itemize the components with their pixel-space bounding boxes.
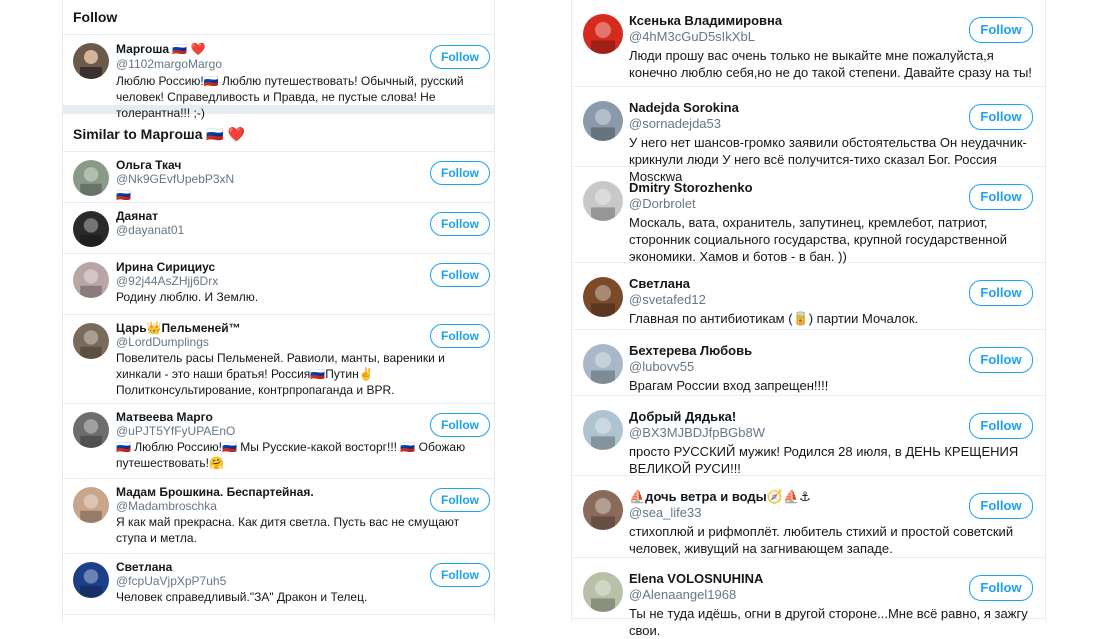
user-row[interactable]: Добрый Дядька! @BX3MJBDJfpBGb8W просто РУС… [571, 396, 1045, 476]
user-row[interactable]: Матвеева Марго @uPJT5YfFyUPAEnO 🇷🇺 Люблю Р… [62, 404, 494, 479]
avatar[interactable] [583, 101, 623, 141]
avatar[interactable] [73, 43, 109, 79]
user-handle[interactable]: @4hM3cGuD5sIkXbL [629, 29, 755, 44]
follow-button[interactable]: Follow [430, 212, 490, 236]
user-name[interactable]: Nadejda Sorokina [629, 100, 739, 115]
avatar[interactable] [73, 211, 109, 247]
user-handle[interactable]: @Alenaangel1968 [629, 587, 736, 602]
similar-users-list: Ольга Ткач @Nk9GEvfUpebP3xN 🇷🇺 Follow Даянат… [62, 152, 494, 615]
user-bio: Ты не туда идёшь, огни в другой стороне.… [629, 606, 1028, 638]
follow-button[interactable]: Follow [969, 17, 1033, 43]
avatar[interactable] [73, 412, 109, 448]
user-name[interactable]: Даянат [116, 209, 158, 223]
follow-button[interactable]: Follow [430, 488, 490, 512]
who-to-follow-list: Ксенька Владимировна @4hM3cGuD5sIkXbL Люди… [571, 0, 1045, 638]
user-handle[interactable]: @Madambroschka [116, 499, 217, 513]
user-bio: Москаль, вата, охранитель, запутинец, кр… [629, 215, 1007, 264]
user-handle[interactable]: @sea_life33 [629, 505, 701, 520]
follow-button[interactable]: Follow [430, 324, 490, 348]
avatar[interactable] [583, 572, 623, 612]
user-row[interactable]: Даянат @dayanat01 Follow [62, 203, 494, 254]
user-handle[interactable]: @Nk9GEvfUpebP3xN [116, 172, 234, 186]
follow-button[interactable]: Follow [969, 104, 1033, 130]
user-name[interactable]: Светлана [116, 560, 172, 574]
user-name[interactable]: Elena VOLOSNUHINA [629, 571, 763, 586]
user-row[interactable]: Dmitry Storozhenko @Dorbrolet Москаль, ват… [571, 167, 1045, 264]
avatar[interactable] [73, 487, 109, 523]
user-name[interactable]: Светлана [629, 276, 690, 291]
user-bio: 🇷🇺 Люблю Россию!🇷🇺 Мы Русские-какой вост… [116, 440, 466, 470]
user-name[interactable]: Матвеева Марго [116, 410, 213, 424]
avatar[interactable] [583, 344, 623, 384]
user-name[interactable]: ⛵дочь ветра и воды🧭⛵⚓ [629, 489, 811, 505]
user-row[interactable]: Ирина Сирициус @92j44AsZHjj6Drx Родину люб… [62, 254, 494, 315]
user-bio: стихоплюй и рифмоплёт. любитель стихий и… [629, 524, 1014, 556]
follow-button[interactable]: Follow [430, 263, 490, 287]
user-name[interactable]: Ирина Сирициус [116, 260, 215, 274]
user-row[interactable]: Ольга Ткач @Nk9GEvfUpebP3xN 🇷🇺 Follow [62, 152, 494, 203]
user-handle[interactable]: @uPJT5YfFyUPAEnO [116, 424, 235, 438]
user-row[interactable]: Elena VOLOSNUHINA @Alenaangel1968 Ты не ту… [571, 558, 1045, 638]
user-handle[interactable]: @svetafed12 [629, 292, 706, 307]
avatar[interactable] [583, 490, 623, 530]
user-handle[interactable]: @lubovv55 [629, 359, 694, 374]
user-row[interactable]: Ксенька Владимировна @4hM3cGuD5sIkXbL Люди… [571, 0, 1045, 87]
user-name[interactable]: Маргоша 🇷🇺 ❤️ [116, 42, 206, 56]
user-bio: Повелитель расы Пельменей. Равиоли, мант… [116, 351, 445, 397]
avatar[interactable] [583, 277, 623, 317]
featured-user-row[interactable]: Маргоша 🇷🇺 ❤️ @1102margoMargo Люблю Росс… [62, 35, 494, 120]
user-bio: Врагам России вход запрещен!!!! [629, 378, 829, 393]
user-row[interactable]: Бехтерева Любовь @lubovv55 Врагам России в… [571, 330, 1045, 396]
avatar[interactable] [73, 160, 109, 196]
follow-button[interactable]: Follow [430, 45, 490, 69]
user-handle[interactable]: @fcpUaVjpXpP7uh5 [116, 574, 226, 588]
user-row[interactable]: ⛵дочь ветра и воды🧭⛵⚓ @sea_life33 стихоплю… [571, 476, 1045, 558]
user-name[interactable]: Ксенька Владимировна [629, 13, 782, 28]
user-row[interactable]: Мадам Брошкина. Беспартейная. @Madambrosc… [62, 479, 494, 554]
follow-button[interactable]: Follow [430, 161, 490, 185]
follow-button[interactable]: Follow [969, 184, 1033, 210]
user-handle[interactable]: @BX3MJBDJfpBGb8W [629, 425, 765, 440]
user-name[interactable]: Ольга Ткач [116, 158, 181, 172]
follow-button[interactable]: Follow [969, 413, 1033, 439]
avatar[interactable] [73, 262, 109, 298]
user-row[interactable]: Царь👑Пельменей™ @LordDumplings Повелитель … [62, 315, 494, 404]
user-bio: Я как май прекрасна. Как дитя светла. Пу… [116, 515, 460, 545]
user-handle[interactable]: @92j44AsZHjj6Drx [116, 274, 218, 288]
follow-heading: Follow [62, 0, 494, 35]
user-name[interactable]: Бехтерева Любовь [629, 343, 752, 358]
user-row[interactable]: Светлана @fcpUaVjpXpP7uh5 Человек справедл… [62, 554, 494, 615]
follow-button[interactable]: Follow [430, 563, 490, 587]
follow-button[interactable]: Follow [969, 575, 1033, 601]
follow-button[interactable]: Follow [969, 280, 1033, 306]
user-row[interactable]: Светлана @svetafed12 Главная по антибиотик… [571, 263, 1045, 330]
right-panel: Ксенька Владимировна @4hM3cGuD5sIkXbL Люди… [571, 0, 1045, 638]
user-handle[interactable]: @LordDumplings [116, 335, 209, 349]
user-handle[interactable]: @dayanat01 [116, 223, 184, 237]
avatar[interactable] [73, 323, 109, 359]
avatar[interactable] [583, 14, 623, 54]
follow-button[interactable]: Follow [969, 493, 1033, 519]
user-row[interactable]: Nadejda Sorokina @sornadejda53 У него нет … [571, 87, 1045, 184]
user-bio: Люблю Россию!🇷🇺 Люблю путешествовать! Об… [116, 74, 464, 120]
user-handle[interactable]: @Dorbrolet [629, 196, 696, 211]
avatar[interactable] [583, 410, 623, 450]
user-bio: Родину люблю. И Землю. [116, 290, 259, 304]
avatar[interactable] [583, 181, 623, 221]
avatar[interactable] [73, 562, 109, 598]
user-handle[interactable]: @1102margoMargo [116, 57, 222, 71]
follow-button[interactable]: Follow [969, 347, 1033, 373]
user-bio: Люди прошу вас очень только не выкайте м… [629, 48, 1032, 80]
user-bio: Человек справедливый."ЗА" Дракон и Телец… [116, 590, 368, 604]
follow-button[interactable]: Follow [430, 413, 490, 437]
user-name[interactable]: Мадам Брошкина. Беспартейная. [116, 485, 314, 499]
user-bio: Главная по антибиотикам (🥫) партии Мочал… [629, 311, 919, 326]
user-name[interactable]: Dmitry Storozhenko [629, 180, 753, 195]
user-bio: просто РУССКИЙ мужик! Родился 28 июля, в… [629, 444, 1019, 476]
user-bio: 🇷🇺 [116, 188, 131, 202]
user-name[interactable]: Добрый Дядька! [629, 409, 736, 424]
left-panel: Follow Маргоша 🇷🇺 ❤️ @1102margoMargo Люб… [62, 0, 494, 615]
user-name[interactable]: Царь👑Пельменей™ [116, 321, 241, 335]
user-handle[interactable]: @sornadejda53 [629, 116, 721, 131]
